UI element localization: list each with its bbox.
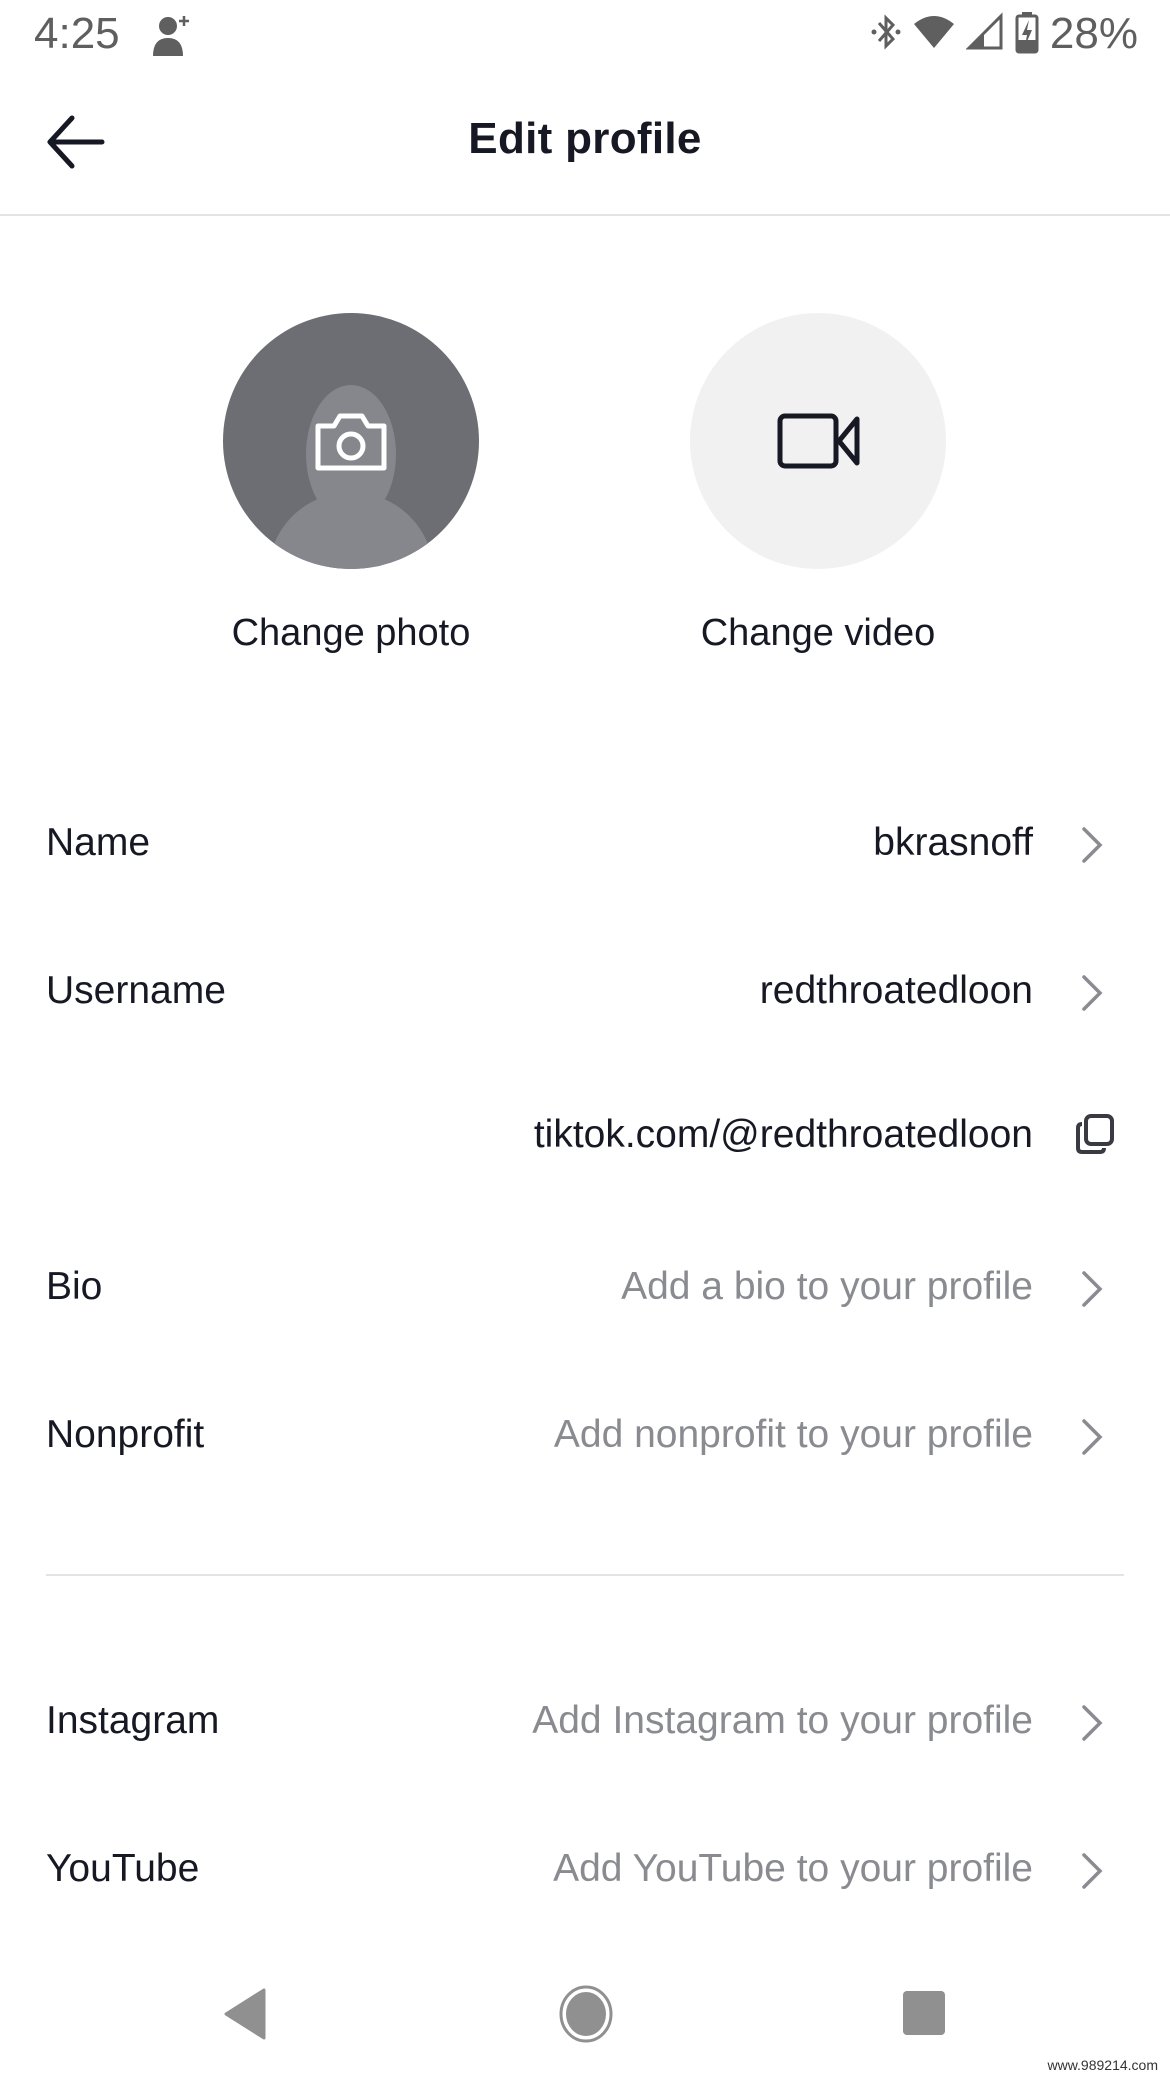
avatar-body-placeholder	[268, 492, 434, 569]
camera-icon	[315, 413, 387, 471]
profile-link: tiktok.com/@redthroatedloon	[533, 1113, 1033, 1156]
bluetooth-icon	[870, 12, 902, 57]
video-camera-icon	[777, 413, 860, 469]
field-row-name[interactable]: Name bkrasnoff	[0, 785, 1170, 905]
field-placeholder: Add Instagram to your profile	[532, 1699, 1033, 1742]
header: Edit profile	[0, 70, 1170, 216]
change-photo-label[interactable]: Change photo	[171, 612, 531, 655]
status-time: 4:25	[34, 9, 120, 58]
field-placeholder: Add nonprofit to your profile	[553, 1413, 1033, 1456]
back-triangle-icon[interactable]	[222, 1988, 268, 2040]
field-label: Name	[46, 821, 151, 864]
chevron-right-icon	[1082, 1853, 1103, 1889]
chevron-right-icon	[1082, 1705, 1103, 1741]
field-row-youtube[interactable]: YouTube Add YouTube to your profile	[0, 1811, 1170, 1931]
field-value: bkrasnoff	[873, 821, 1033, 864]
field-label: Bio	[46, 1265, 103, 1308]
page-title: Edit profile	[468, 114, 702, 163]
cell-signal-icon	[965, 11, 1004, 57]
field-label: YouTube	[46, 1847, 200, 1890]
watermark: www.989214.com	[1047, 2057, 1158, 2073]
change-video-label[interactable]: Change video	[638, 612, 998, 655]
field-placeholder: Add a bio to your profile	[621, 1265, 1033, 1308]
field-label: Username	[46, 969, 226, 1012]
person-add-icon	[150, 12, 196, 63]
battery-charging-icon	[1014, 10, 1040, 59]
battery-percent: 28%	[1049, 9, 1138, 58]
chevron-right-icon	[1082, 1419, 1103, 1455]
section-divider	[46, 1574, 1124, 1576]
chevron-right-icon	[1082, 975, 1103, 1011]
field-row-instagram[interactable]: Instagram Add Instagram to your profile	[0, 1663, 1170, 1783]
recents-square-icon[interactable]	[902, 1990, 946, 2036]
field-label: Nonprofit	[46, 1413, 205, 1456]
status-icons: 28%	[870, 8, 1138, 60]
change-video-button[interactable]	[690, 313, 946, 569]
field-label: Instagram	[46, 1699, 220, 1742]
wifi-icon	[912, 12, 956, 57]
chevron-right-icon	[1082, 1271, 1103, 1307]
profile-link-row: tiktok.com/@redthroatedloon	[0, 1077, 1170, 1197]
field-row-bio[interactable]: Bio Add a bio to your profile	[0, 1229, 1170, 1349]
home-circle-icon[interactable]	[558, 1984, 614, 2044]
field-row-username[interactable]: Username redthroatedloon	[0, 933, 1170, 1053]
field-placeholder: Add YouTube to your profile	[553, 1847, 1033, 1890]
chevron-right-icon	[1082, 827, 1103, 863]
system-nav-bar	[0, 1960, 1170, 2079]
field-row-nonprofit[interactable]: Nonprofit Add nonprofit to your profile	[0, 1377, 1170, 1497]
change-photo-button[interactable]	[223, 313, 479, 569]
field-value: redthroatedloon	[759, 969, 1033, 1012]
copy-icon[interactable]	[1074, 1113, 1116, 1155]
